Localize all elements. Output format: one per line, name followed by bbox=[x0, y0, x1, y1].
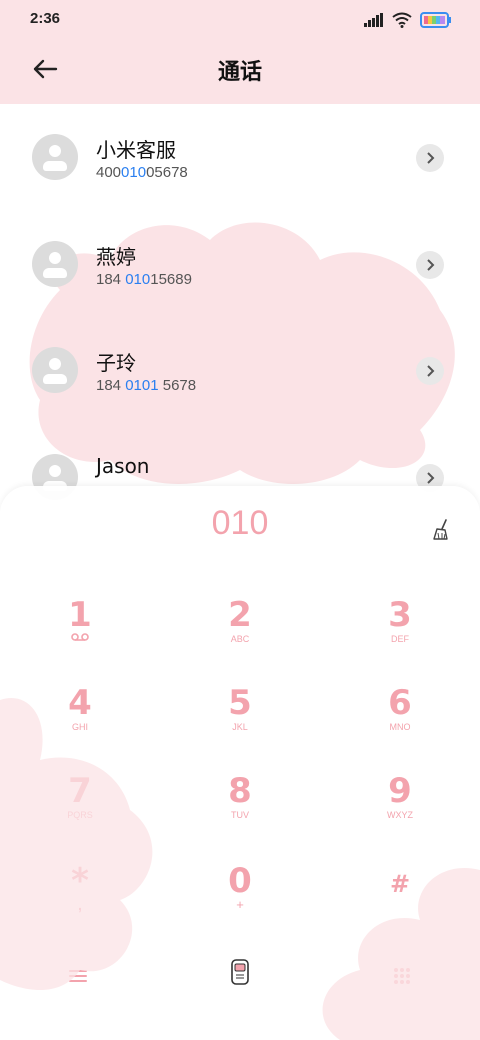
key-digit: 4 bbox=[68, 683, 92, 723]
contact-item[interactable]: 小米客服 40001005678 bbox=[0, 104, 480, 210]
call-button[interactable] bbox=[220, 952, 260, 992]
phone-icon bbox=[231, 959, 249, 985]
chevron-right-icon bbox=[427, 259, 435, 271]
key-letters: + bbox=[236, 897, 244, 912]
app-header: 2:36 通话 bbox=[0, 0, 480, 104]
key-digit: 2 bbox=[228, 595, 252, 635]
key-digit: 7 bbox=[68, 771, 92, 811]
keypad-icon bbox=[394, 968, 410, 984]
key-letters: ABC bbox=[230, 634, 250, 644]
key-letters: DEF bbox=[391, 634, 409, 644]
chevron-right-icon bbox=[427, 472, 435, 484]
contact-number: 184 0101 5678 bbox=[96, 377, 197, 394]
contact-detail-button[interactable] bbox=[416, 357, 444, 385]
key-digit: 9 bbox=[388, 771, 412, 811]
key-letters: , bbox=[78, 897, 82, 913]
key-digit: 5 bbox=[228, 683, 252, 723]
key-letters: GHI bbox=[71, 722, 88, 732]
key-digit: 0 bbox=[228, 861, 252, 901]
key-hash[interactable]: # bbox=[340, 864, 460, 934]
contact-name: 子玲 bbox=[96, 351, 136, 375]
key-digit: 3 bbox=[388, 595, 412, 635]
key-digit: 1 bbox=[68, 595, 92, 635]
menu-icon bbox=[69, 970, 87, 982]
menu-button[interactable] bbox=[58, 956, 98, 996]
page-title: 通话 bbox=[217, 60, 262, 85]
keypad-toggle-button[interactable] bbox=[382, 956, 422, 996]
avatar bbox=[32, 347, 78, 393]
key-letters: WXYZ bbox=[387, 810, 413, 820]
clear-button[interactable] bbox=[430, 518, 454, 542]
contact-detail-button[interactable] bbox=[416, 144, 444, 172]
key-letters: PQRS bbox=[67, 810, 93, 820]
contact-name: 小米客服 bbox=[96, 138, 176, 162]
voicemail-icon bbox=[20, 632, 140, 646]
key-letters: MNO bbox=[389, 722, 411, 732]
broom-icon bbox=[433, 519, 448, 540]
contact-detail-button[interactable] bbox=[416, 251, 444, 279]
contact-number: 184 01015689 bbox=[96, 271, 192, 288]
key-digit: * bbox=[71, 861, 89, 901]
key-8[interactable]: 8 TUV bbox=[180, 774, 300, 844]
contact-list: 小米客服 40001005678 燕婷 184 01015689 子玲 184 … bbox=[0, 104, 480, 504]
contact-item[interactable]: 燕婷 184 01015689 bbox=[0, 211, 480, 317]
key-digit: # bbox=[389, 870, 411, 898]
chevron-right-icon bbox=[427, 152, 435, 164]
dialed-number: 010 bbox=[211, 504, 269, 542]
contact-item[interactable]: 子玲 184 0101 5678 bbox=[0, 317, 480, 423]
key-letters: JKL bbox=[232, 722, 248, 732]
contact-number: 40001005678 bbox=[96, 164, 188, 181]
key-7[interactable]: 7 PQRS bbox=[20, 774, 140, 844]
key-1[interactable]: 1 bbox=[20, 598, 140, 668]
contact-name: 燕婷 bbox=[96, 245, 136, 269]
key-5[interactable]: 5 JKL bbox=[180, 686, 300, 756]
key-9[interactable]: 9 WXYZ bbox=[340, 774, 460, 844]
avatar bbox=[32, 134, 78, 180]
signal-icon bbox=[364, 13, 383, 27]
key-6[interactable]: 6 MNO bbox=[340, 686, 460, 756]
avatar bbox=[32, 241, 78, 287]
key-digit: 6 bbox=[388, 683, 412, 723]
key-letters: TUV bbox=[231, 810, 249, 820]
key-0[interactable]: 0 + bbox=[180, 864, 300, 934]
status-time: 2:36 bbox=[30, 10, 61, 27]
key-4[interactable]: 4 GHI bbox=[20, 686, 140, 756]
key-2[interactable]: 2 ABC bbox=[180, 598, 300, 668]
status-icons bbox=[364, 12, 452, 28]
chevron-right-icon bbox=[427, 365, 435, 377]
key-3[interactable]: 3 DEF bbox=[340, 598, 460, 668]
key-digit: 8 bbox=[228, 771, 252, 811]
contact-name: Jason bbox=[96, 454, 150, 478]
battery-icon bbox=[420, 12, 451, 28]
wifi-icon bbox=[392, 12, 412, 28]
key-star[interactable]: * , bbox=[20, 864, 140, 934]
dialpad-panel: 010 1 2 ABC 3 DEF 4 GHI 5 JKL 6 MNO 7 PQ… bbox=[0, 486, 480, 1040]
